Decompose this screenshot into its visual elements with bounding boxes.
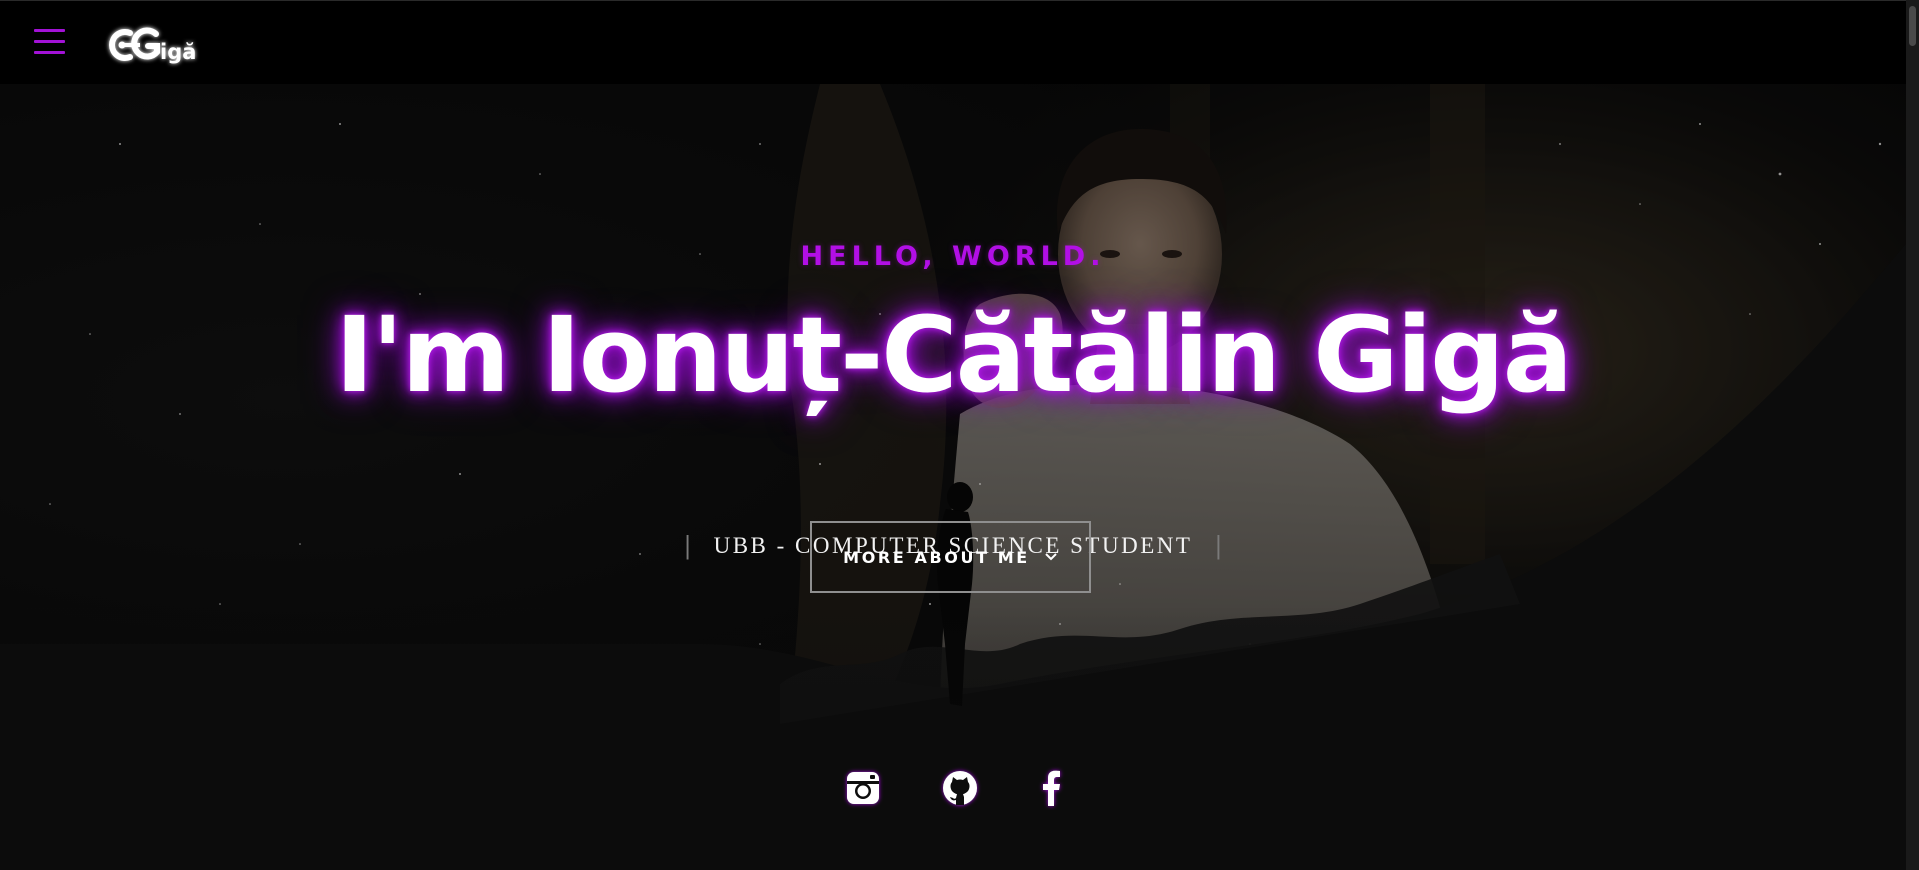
- social-links: [0, 766, 1906, 814]
- github-icon[interactable]: [938, 766, 982, 810]
- top-navbar: igă: [0, 0, 1906, 84]
- site-logo[interactable]: igă: [102, 21, 214, 69]
- subtitle-divider-right: |: [1214, 532, 1223, 560]
- chevron-down-icon: [1045, 553, 1057, 561]
- facebook-icon[interactable]: [1030, 766, 1074, 810]
- svg-text:igă: igă: [160, 40, 196, 64]
- hamburger-menu-icon[interactable]: [34, 29, 66, 57]
- more-about-me-button[interactable]: MORE ABOUT ME: [810, 521, 1091, 593]
- hero-title: I'm Ionuț-Cătălin Gigă: [335, 294, 1573, 416]
- more-about-me-label: MORE ABOUT ME: [843, 547, 1030, 567]
- hero-pre-title: HELLO, WORLD.: [800, 241, 1106, 272]
- hero-content: HELLO, WORLD. I'm Ionuț-Cătălin Gigă | UB…: [0, 84, 1906, 870]
- subtitle-divider-left: |: [683, 532, 692, 560]
- page: igă HELLO, WORLD. I'm Ionuț-Cătălin Gigă…: [0, 0, 1919, 870]
- hero-section: HELLO, WORLD. I'm Ionuț-Cătălin Gigă | UB…: [0, 84, 1906, 870]
- instagram-icon[interactable]: [841, 766, 885, 810]
- page-scrollbar[interactable]: [1906, 0, 1919, 870]
- scrollbar-thumb[interactable]: [1909, 6, 1916, 46]
- logo-mark: igă: [109, 27, 196, 64]
